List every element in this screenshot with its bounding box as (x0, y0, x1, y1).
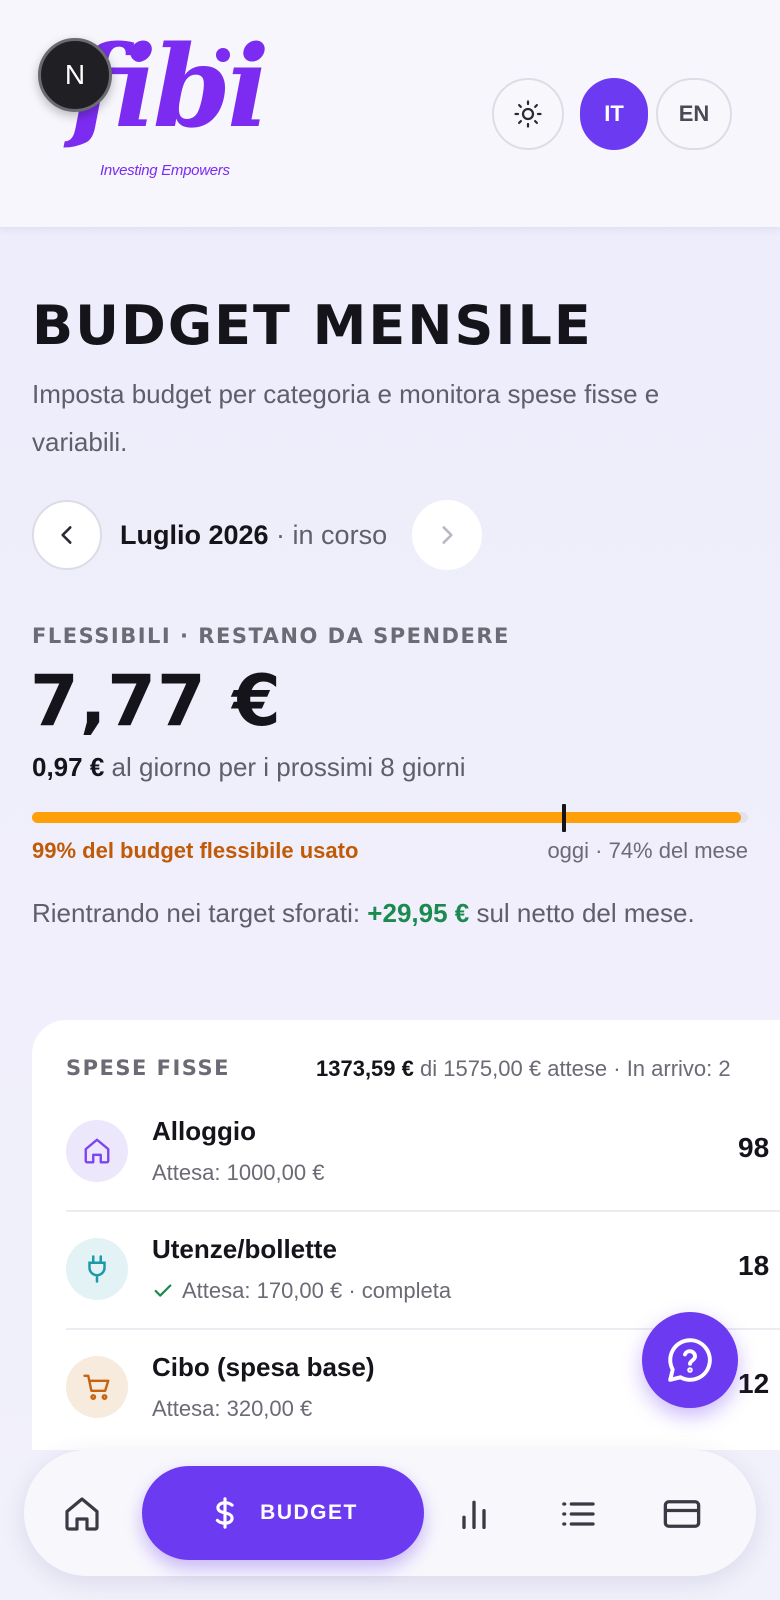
fixed-expenses-summary: 1373,59 € di 1575,00 € attese · In arriv… (316, 1056, 731, 1082)
help-chat-button[interactable] (642, 1312, 738, 1408)
budget-used-label: 99% del budget flessibile usato (32, 838, 359, 863)
current-month-label: Luglio 2026 · in corso (120, 520, 387, 551)
theme-toggle-button[interactable] (492, 78, 564, 150)
logo-tagline: Investing Empowers (100, 162, 230, 179)
today-marker (561, 804, 566, 832)
expense-expected: Attesa: 170,00 € · completa (152, 1278, 451, 1304)
fixed-expenses-heading: SPESE FISSE (66, 1056, 230, 1080)
summary-text: di 1575,00 € attese · In arrivo: 2 (413, 1056, 731, 1081)
month-name: Luglio 2026 (120, 520, 269, 550)
nav-transactions[interactable] (550, 1486, 606, 1542)
language-en-button[interactable]: EN (656, 78, 732, 150)
per-day-amount: 0,97 € (32, 752, 105, 782)
per-day-text: al giorno per i prossimi 8 giorni (104, 752, 466, 782)
sun-icon (514, 100, 542, 128)
expense-value: 98 (738, 1132, 770, 1163)
language-it-button[interactable]: IT (580, 78, 648, 150)
home-icon (66, 1120, 128, 1182)
month-status: · in corso (268, 520, 388, 550)
budget-progress-bar (32, 812, 748, 823)
expected-text: Attesa: 1000,00 € (152, 1160, 325, 1185)
nav-budget-label: BUDGET (260, 1501, 358, 1524)
expected-text: Attesa: 170,00 € · completa (182, 1278, 451, 1304)
logo-dot (216, 48, 230, 62)
nav-accounts[interactable] (654, 1486, 710, 1542)
expense-row-alloggio[interactable]: Alloggio Attesa: 1000,00 € 98 (66, 1094, 780, 1212)
summary-amount: 1373,59 € (316, 1056, 414, 1081)
expense-expected: Attesa: 1000,00 € (152, 1160, 324, 1186)
flexible-kicker: FLESSIBILI · RESTANO DA SPENDERE (32, 624, 510, 648)
remaining-amount: 7,77 € (30, 660, 282, 742)
cart-icon (66, 1356, 128, 1418)
expense-row-utenze[interactable]: Utenze/bollette Attesa: 170,00 € · compl… (66, 1212, 780, 1330)
help-chat-icon (668, 1338, 712, 1382)
plug-icon (66, 1238, 128, 1300)
previous-month-button[interactable] (32, 500, 102, 570)
per-day-allowance: 0,97 € al giorno per i prossimi 8 giorni (32, 752, 466, 783)
list-icon (562, 1502, 595, 1526)
app-header: fibi Investing Empowers N IT EN (0, 0, 780, 228)
expected-text: Attesa: 320,00 € (152, 1396, 313, 1421)
dev-indicator-badge[interactable]: N (38, 38, 112, 112)
expense-name: Cibo (spesa base) (152, 1352, 375, 1382)
note-amount: +29,95 € (367, 898, 470, 928)
page-title: BUDGET MENSILE (32, 294, 593, 357)
check-icon (154, 1284, 172, 1297)
expected-status: · completa (342, 1278, 452, 1303)
expense-name: Utenze/bollette (152, 1234, 337, 1264)
bottom-navigation: BUDGET (24, 1450, 756, 1576)
bar-chart-icon (462, 1500, 486, 1529)
note-suffix: sul netto del mese. (469, 898, 695, 928)
home-icon (65, 1497, 99, 1531)
chevron-right-icon (442, 526, 453, 544)
today-label: oggi · 74% del mese (547, 838, 748, 863)
expense-value: 18 (738, 1250, 770, 1281)
expected-amount: Attesa: 170,00 € (182, 1278, 343, 1303)
nav-home[interactable] (54, 1486, 110, 1542)
logo-dot (132, 48, 146, 62)
target-note: Rientrando nei target sforati: +29,95 € … (32, 892, 732, 934)
expense-expected: Attesa: 320,00 € (152, 1396, 312, 1422)
budget-progress-fill (32, 812, 741, 823)
expense-name: Alloggio (152, 1116, 256, 1146)
expense-value: 12 (738, 1368, 770, 1399)
page-subtitle: Imposta budget per categoria e monitora … (32, 379, 660, 457)
nav-stats[interactable] (446, 1486, 502, 1542)
dollar-icon (215, 1497, 234, 1529)
nav-budget[interactable]: BUDGET (142, 1466, 424, 1560)
chevron-left-icon (61, 526, 72, 544)
note-prefix: Rientrando nei target sforati: (32, 898, 368, 928)
card-icon (663, 1500, 701, 1528)
next-month-button[interactable] (412, 500, 482, 570)
